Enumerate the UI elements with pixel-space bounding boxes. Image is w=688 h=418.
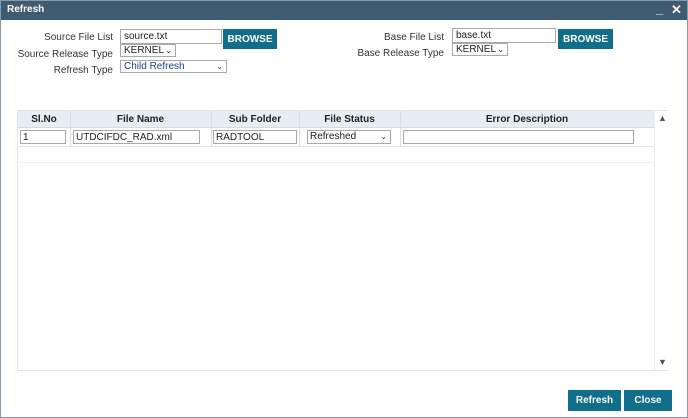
close-icon[interactable]: ✕ [671, 2, 682, 18]
column-header-sub-folder: Sub Folder [228, 114, 282, 125]
row-file-name-input[interactable] [73, 130, 200, 144]
column-header-file-name: File Name [116, 114, 165, 125]
refresh-button[interactable]: Refresh [568, 390, 621, 411]
source-file-list-label: Source File List [44, 32, 113, 43]
grid-header: Sl.No File Name Sub Folder File Status E… [18, 111, 654, 128]
scroll-up-icon[interactable]: ▲ [658, 113, 667, 123]
file-grid: Sl.No File Name Sub Folder File Status E… [17, 110, 668, 371]
scroll-down-icon[interactable]: ▼ [658, 357, 667, 367]
chevron-down-icon: ⌄ [497, 45, 504, 54]
chevron-down-icon: ⌄ [380, 132, 387, 141]
refresh-type-value: Child Refresh [124, 61, 185, 72]
row-divider [18, 162, 654, 163]
base-release-type-select[interactable]: KERNEL ⌄ [452, 43, 508, 56]
source-file-list-input[interactable] [120, 29, 222, 44]
refresh-type-label: Refresh Type [53, 65, 113, 76]
base-file-list-label: Base File List [383, 32, 444, 43]
vertical-scrollbar[interactable]: ▲ ▼ [654, 111, 668, 370]
row-slno-input[interactable] [20, 130, 66, 144]
column-header-slno: Sl.No [31, 114, 57, 125]
row-file-status-value: Refreshed [310, 131, 357, 142]
chevron-down-icon: ⌄ [165, 46, 172, 55]
base-file-list-input[interactable] [452, 28, 556, 43]
close-button[interactable]: Close [624, 390, 672, 411]
row-error-description-input[interactable] [403, 130, 634, 144]
base-release-type-value: KERNEL [456, 44, 497, 55]
source-release-type-value: KERNEL [124, 45, 165, 56]
title-bar: Refresh _ ✕ [1, 1, 687, 20]
row-sub-folder-input[interactable] [213, 130, 297, 144]
chevron-down-icon: ⌄ [216, 62, 223, 71]
row-file-status-select[interactable]: Refreshed ⌄ [307, 130, 391, 144]
column-header-file-status: File Status [324, 114, 375, 125]
base-release-type-label: Base Release Type [357, 48, 444, 59]
column-header-error-description: Error Description [485, 114, 569, 125]
source-release-type-select[interactable]: KERNEL ⌄ [120, 44, 176, 57]
dialog-title: Refresh [7, 4, 45, 15]
source-release-type-label: Source Release Type [17, 49, 113, 60]
source-browse-button[interactable]: BROWSE [223, 29, 277, 49]
refresh-dialog: Refresh _ ✕ Source File List BROWSE Sour… [0, 0, 688, 418]
minimize-icon[interactable]: _ [656, 1, 663, 16]
refresh-type-select[interactable]: Child Refresh ⌄ [120, 60, 227, 73]
base-browse-button[interactable]: BROWSE [558, 29, 613, 49]
